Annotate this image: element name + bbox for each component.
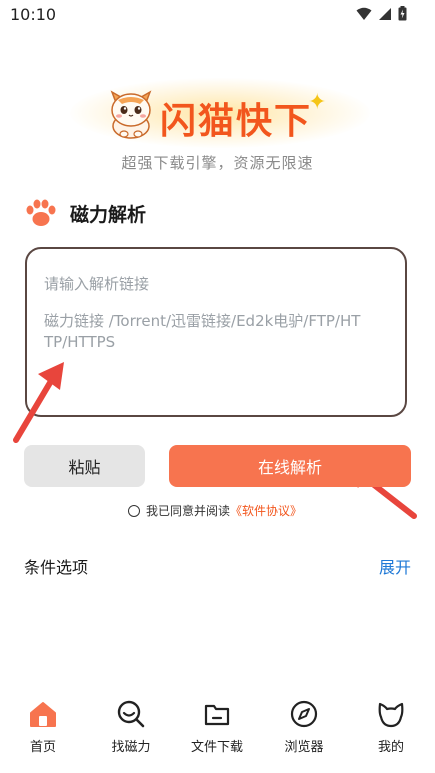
tab-file-download-label: 文件下载	[190, 740, 243, 755]
signal-icon	[379, 7, 391, 20]
wifi-icon	[356, 7, 372, 20]
cat-logo-icon	[110, 90, 152, 139]
tab-find-magnet[interactable]: 找磁力	[96, 698, 166, 755]
link-input[interactable]: 请输入解析链接 磁力链接 /Torrent/迅雷链接/Ed2k电驴/FTP/HT…	[25, 247, 407, 417]
input-placeholder: 请输入解析链接	[44, 275, 150, 293]
paw-icon	[26, 199, 56, 226]
tab-mine-label: 我的	[377, 740, 404, 755]
options-label: 条件选项	[24, 558, 89, 577]
expand-button[interactable]: 展开	[379, 554, 411, 578]
tab-browser-label: 浏览器	[284, 740, 324, 755]
brand-tagline: 超强下载引擎，资源无限速	[121, 154, 314, 172]
compass-icon	[288, 698, 320, 730]
cat-face-icon	[375, 698, 407, 730]
tab-home[interactable]: 首页	[8, 698, 78, 755]
section-title: 磁力解析	[70, 203, 147, 226]
agreement-radio[interactable]	[128, 504, 140, 517]
annotation-arrow-icon	[13, 362, 64, 443]
status-bar: 10:10	[0, 0, 435, 30]
tab-find-magnet-label: 找磁力	[111, 740, 151, 755]
search-icon	[115, 698, 147, 730]
tab-file-download[interactable]: 文件下载	[182, 698, 252, 755]
tab-home-label: 首页	[29, 740, 56, 755]
paste-button[interactable]: 粘贴	[24, 445, 145, 487]
hero-banner: 闪猫快下 ✦ 超强下载引擎，资源无限速	[0, 70, 435, 180]
brand-title: 闪猫快下	[160, 101, 313, 142]
tab-browser[interactable]: 浏览器	[269, 698, 339, 755]
agreement-text: 我已同意并阅读	[146, 504, 231, 518]
tab-mine[interactable]: 我的	[356, 698, 426, 755]
options-row: 条件选项 展开	[24, 554, 411, 578]
bottom-tab-bar: 首页 找磁力 文件下载 浏览器 我的	[0, 698, 435, 773]
status-time: 10:10	[10, 5, 57, 24]
parse-button[interactable]: 在线解析	[169, 445, 411, 487]
folder-icon	[201, 698, 233, 730]
status-icons	[356, 6, 407, 21]
agreement-row: 我已同意并阅读 《软件协议》	[128, 502, 302, 519]
home-icon	[27, 698, 59, 730]
section-heading: 磁力解析	[24, 198, 146, 228]
sparkle-icon: ✦	[308, 90, 327, 115]
battery-icon	[398, 6, 407, 21]
input-hint: 磁力链接 /Torrent/迅雷链接/Ed2k电驴/FTP/HTTP/HTTPS	[44, 312, 361, 351]
agreement-link[interactable]: 《软件协议》	[230, 502, 302, 519]
